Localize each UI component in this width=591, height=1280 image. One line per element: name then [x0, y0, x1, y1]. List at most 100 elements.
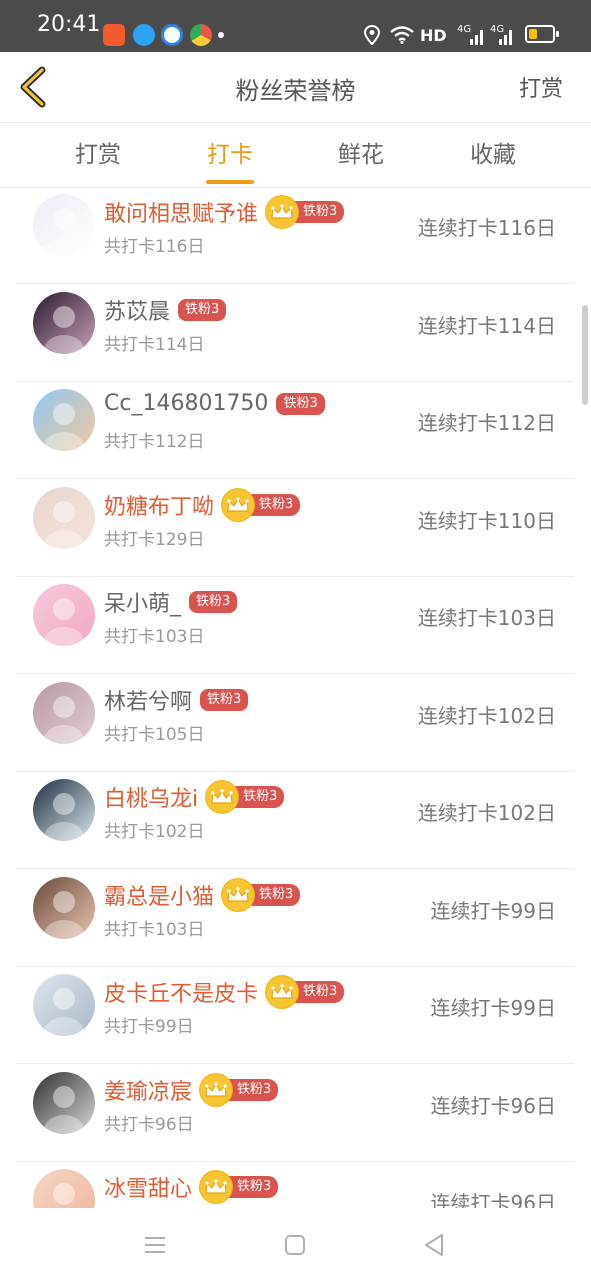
avatar[interactable]	[33, 291, 95, 354]
location-icon	[364, 25, 380, 45]
list-item[interactable]: 奶糖布丁呦 铁粉3 共打卡129日 连续打卡110日	[16, 479, 574, 577]
signal-icon-2	[499, 30, 512, 45]
list-item[interactable]: 姜瑜凉宸 铁粉3 共打卡96日 连续打卡96日	[16, 1064, 574, 1162]
username-line: 林若兮啊 铁粉3	[104, 684, 249, 716]
fan-level-label: 铁粉3	[292, 201, 345, 223]
fan-level-badge: 铁粉3	[266, 196, 345, 228]
fan-checkin-list[interactable]: 敢问相思赋予谁 铁粉3 共打卡116日 连续打卡116日 苏苡晨 铁粉3 共打卡114日 连续…	[0, 188, 591, 1208]
fan-level-label: 铁粉3	[178, 298, 227, 321]
avatar[interactable]	[33, 681, 95, 744]
total-checkin-count: 共打卡116日	[104, 237, 205, 257]
list-item[interactable]: 冰雪甜心 铁粉3 连续打卡96日	[16, 1161, 574, 1208]
fan-level-badge: 铁粉3	[200, 1171, 279, 1203]
fan-level-label: 铁粉3	[248, 493, 301, 516]
status-bar: 20:41 HD 4G 4G	[0, 0, 591, 52]
fan-level-badge: 铁粉3	[276, 392, 325, 416]
crown-icon	[206, 781, 239, 813]
username[interactable]: 皮卡丘不是皮卡	[104, 976, 258, 1008]
crown-icon	[266, 976, 299, 1008]
username[interactable]: 霸总是小猫	[104, 879, 214, 911]
username[interactable]: 奶糖布丁呦	[104, 489, 214, 521]
avatar[interactable]	[33, 389, 95, 451]
browser-notification-icon	[161, 24, 183, 46]
system-back-button[interactable]	[420, 1230, 450, 1260]
username-line: 苏苡晨 铁粉3	[104, 294, 227, 326]
hd-indicator: HD	[420, 26, 447, 45]
checkin-streak: 连续打卡103日	[417, 606, 556, 630]
active-tab-indicator	[206, 180, 254, 184]
chrome-notification-icon	[190, 24, 212, 46]
dot-icon	[218, 32, 224, 38]
crown-icon	[266, 196, 299, 228]
list-item[interactable]: 白桃乌龙i 铁粉3 共打卡102日 连续打卡102日	[16, 771, 574, 869]
username[interactable]: 林若兮啊	[104, 684, 192, 716]
avatar[interactable]	[33, 194, 95, 256]
crown-icon	[222, 488, 255, 521]
reward-button[interactable]: 打赏	[519, 71, 563, 103]
list-item[interactable]: 林若兮啊 铁粉3 共打卡105日 连续打卡102日	[16, 674, 574, 772]
tab-checkin[interactable]: 打卡	[165, 123, 295, 187]
avatar[interactable]	[33, 1071, 95, 1134]
fan-level-label: 铁粉3	[226, 1176, 279, 1198]
avatar[interactable]	[33, 584, 95, 646]
checkin-streak: 连续打卡102日	[417, 703, 556, 728]
total-checkin-count: 共打卡102日	[104, 822, 205, 842]
fan-level-badge: 铁粉3	[200, 688, 249, 712]
total-checkin-count: 共打卡96日	[104, 1114, 194, 1135]
username[interactable]: Cc_146801750	[104, 391, 268, 416]
username[interactable]: 冰雪甜心	[104, 1171, 192, 1203]
scrollbar[interactable]	[582, 305, 588, 405]
avatar[interactable]	[33, 876, 95, 939]
list-item[interactable]: 敢问相思赋予谁 铁粉3 共打卡116日 连续打卡116日	[16, 188, 574, 284]
app-notification-icon	[103, 24, 125, 46]
checkin-streak: 连续打卡96日	[430, 1093, 556, 1118]
tab-favorites[interactable]: 收藏	[428, 123, 558, 187]
tab-label: 收藏	[470, 142, 516, 168]
signal-icon	[470, 30, 483, 45]
total-checkin-count: 共打卡105日	[104, 724, 205, 745]
qq-notification-icon	[133, 24, 155, 46]
username[interactable]: 苏苡晨	[104, 294, 170, 326]
username-line: 呆小萌_ 铁粉3	[104, 586, 238, 618]
fan-level-label: 铁粉3	[292, 981, 345, 1003]
username-line: 敢问相思赋予谁 铁粉3	[104, 196, 345, 228]
username-line: Cc_146801750 铁粉3	[104, 391, 325, 416]
avatar[interactable]	[33, 974, 95, 1036]
list-item[interactable]: 霸总是小猫 铁粉3 共打卡103日 连续打卡99日	[16, 869, 574, 967]
fan-level-badge: 铁粉3	[200, 1073, 279, 1106]
fan-level-label: 铁粉3	[276, 392, 325, 415]
battery-icon	[525, 25, 559, 43]
list-item[interactable]: 苏苡晨 铁粉3 共打卡114日 连续打卡114日	[16, 284, 574, 382]
home-button[interactable]	[280, 1230, 310, 1260]
avatar[interactable]	[33, 486, 95, 549]
avatar[interactable]	[33, 779, 95, 841]
username-line: 霸总是小猫 铁粉3	[104, 878, 301, 911]
triangle-back-icon	[425, 1234, 443, 1256]
username[interactable]: 白桃乌龙i	[104, 781, 198, 813]
total-checkin-count: 共打卡114日	[104, 334, 205, 355]
username[interactable]: 敢问相思赋予谁	[104, 196, 258, 228]
avatar[interactable]	[33, 1169, 95, 1208]
username-line: 白桃乌龙i 铁粉3	[104, 781, 285, 813]
fan-level-badge: 铁粉3	[222, 488, 301, 521]
list-item[interactable]: 皮卡丘不是皮卡 铁粉3 共打卡99日 连续打卡99日	[16, 966, 574, 1064]
top-navbar: 粉丝荣誉榜 打赏	[0, 52, 591, 123]
fan-level-badge: 铁粉3	[266, 976, 345, 1008]
tab-bar: 打赏 打卡 鲜花 收藏	[0, 123, 591, 188]
tab-reward[interactable]: 打赏	[33, 123, 163, 187]
crown-icon	[200, 1073, 233, 1106]
menu-icon	[145, 1237, 165, 1253]
system-navigation-bar	[0, 1208, 591, 1280]
menu-button[interactable]	[140, 1230, 170, 1260]
tab-flowers[interactable]: 鲜花	[296, 123, 426, 187]
username-line: 皮卡丘不是皮卡 铁粉3	[104, 976, 345, 1008]
username-line: 冰雪甜心 铁粉3	[104, 1171, 279, 1203]
username[interactable]: 姜瑜凉宸	[104, 1074, 192, 1106]
total-checkin-count: 共打卡103日	[104, 919, 205, 940]
list-item[interactable]: 呆小萌_ 铁粉3 共打卡103日 连续打卡103日	[16, 576, 574, 674]
list-item[interactable]: Cc_146801750 铁粉3 共打卡112日 连续打卡112日	[16, 381, 574, 479]
tab-label: 打赏	[75, 142, 121, 168]
username[interactable]: 呆小萌_	[104, 586, 181, 618]
total-checkin-count: 共打卡112日	[104, 432, 205, 452]
checkin-streak: 连续打卡102日	[417, 801, 556, 825]
